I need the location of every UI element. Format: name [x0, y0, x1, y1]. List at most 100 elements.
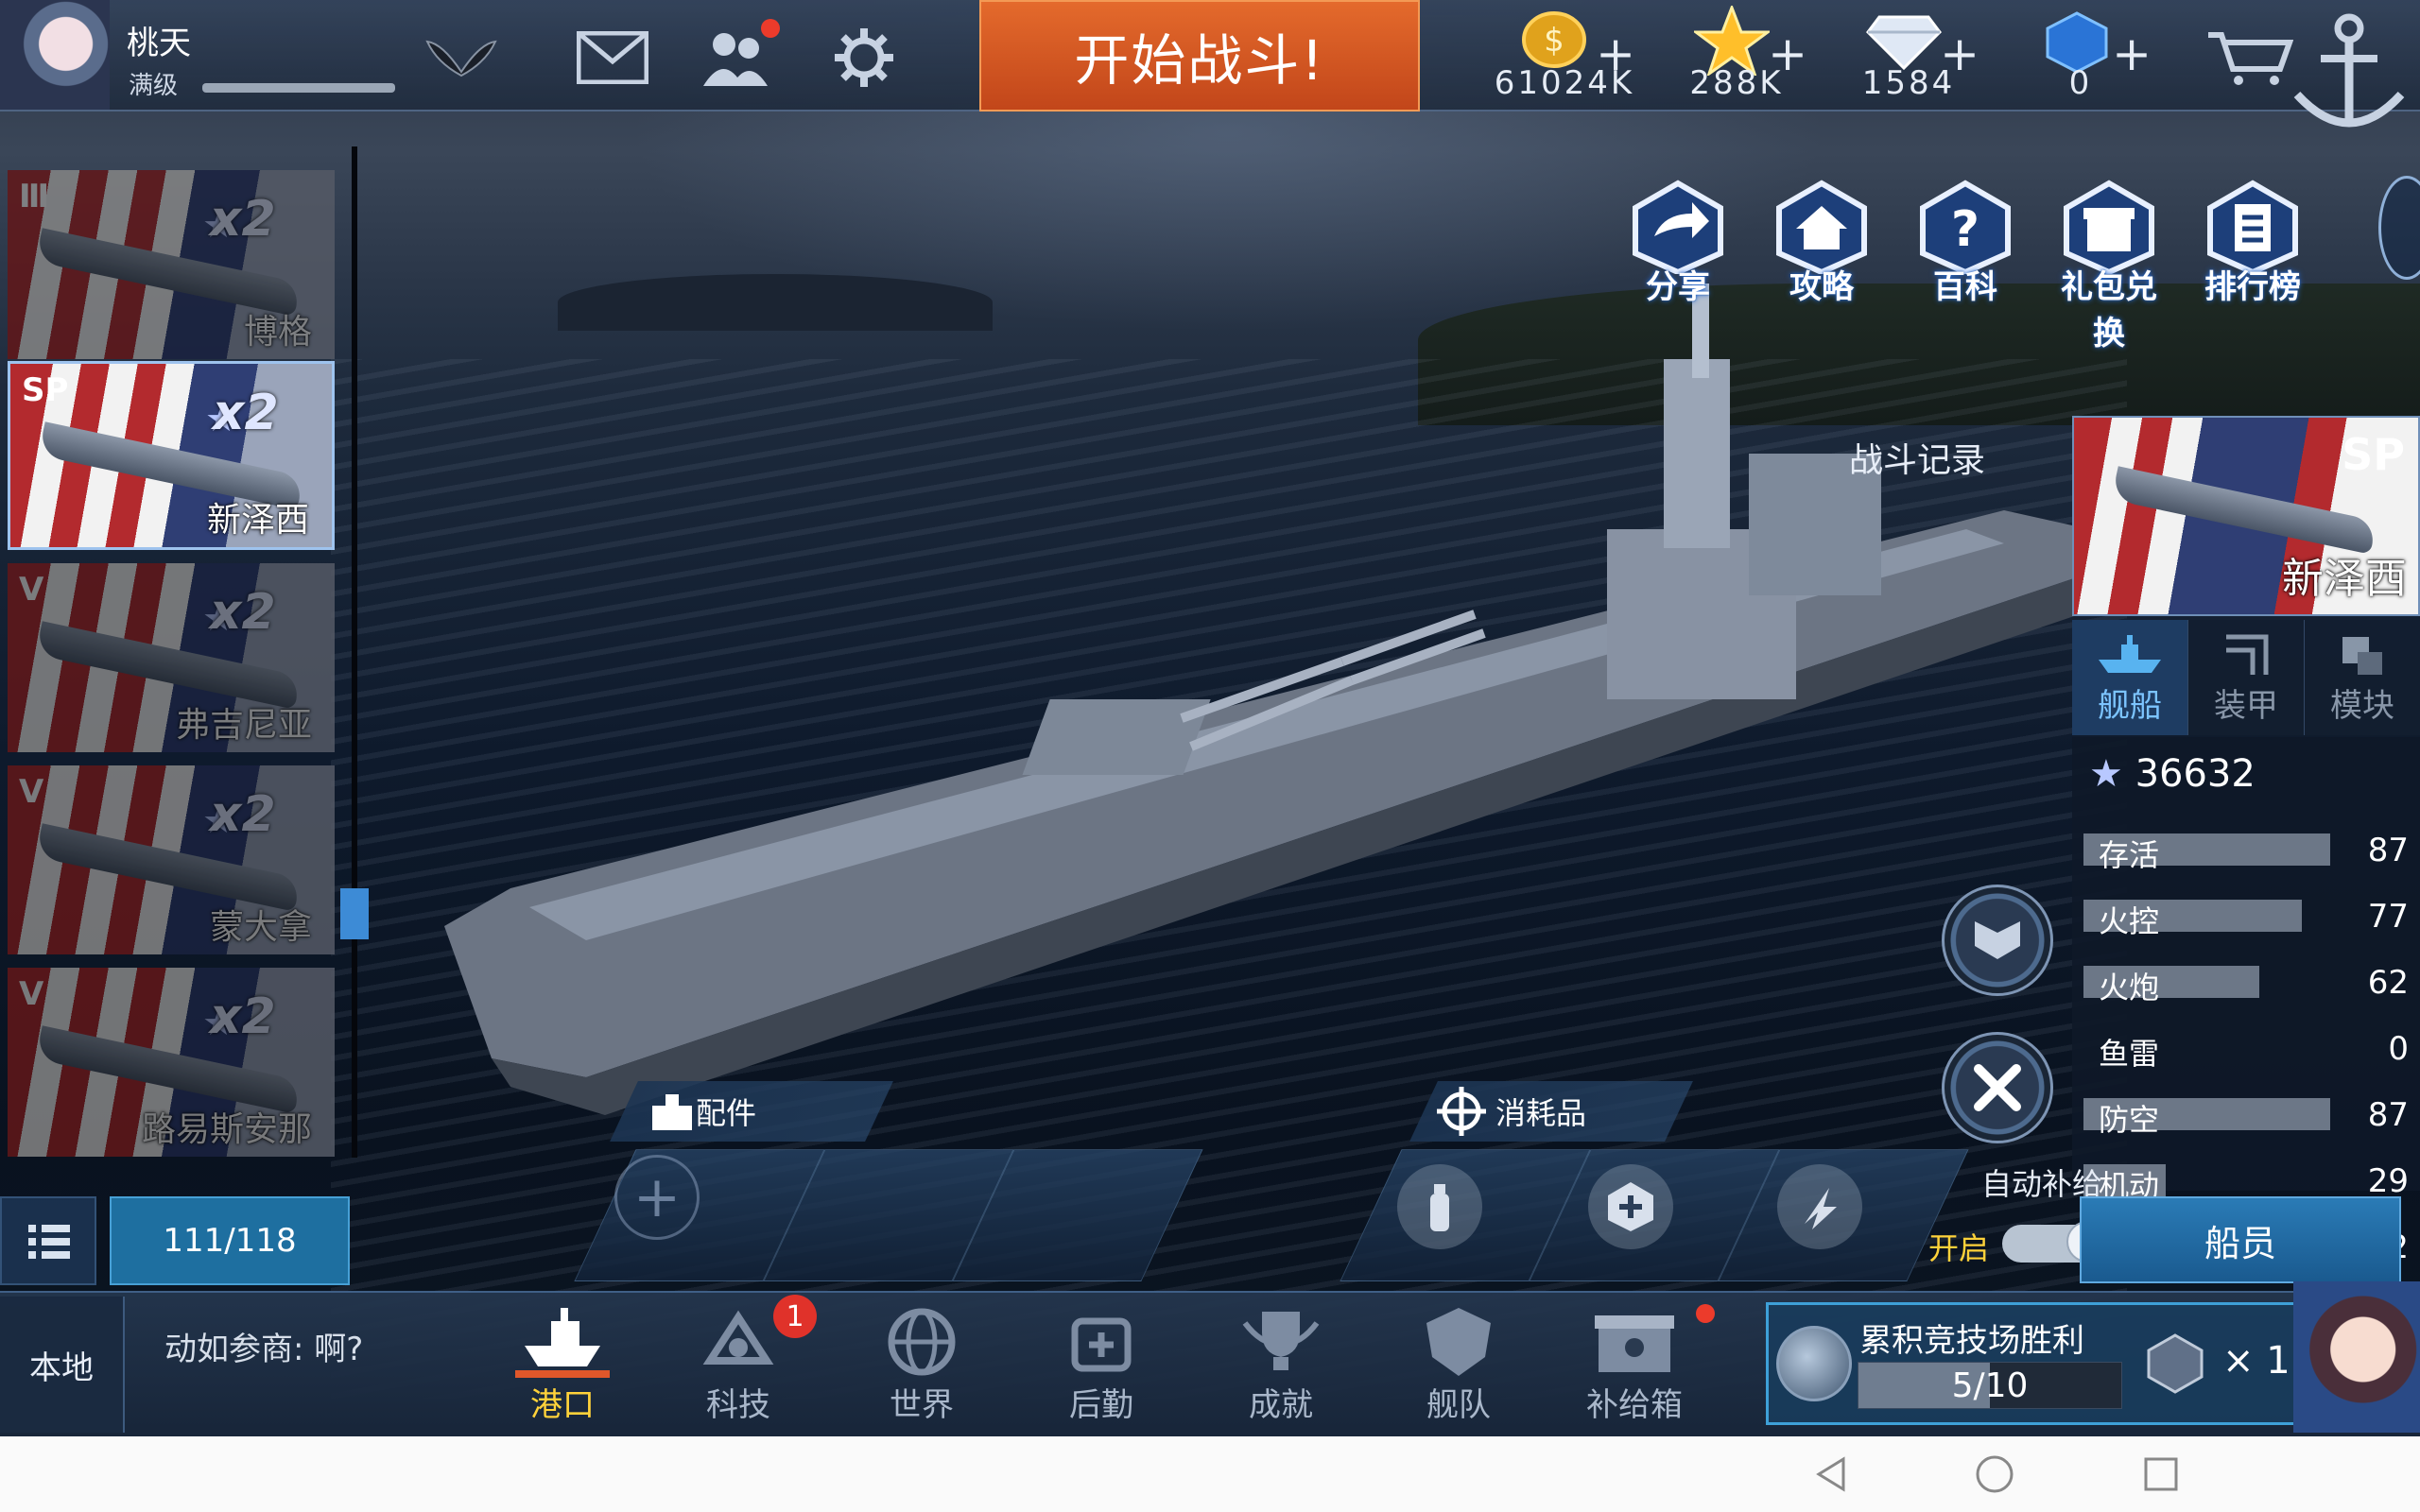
stat-value: 62 — [2367, 964, 2409, 1002]
tab-label: 舰船 — [2098, 687, 2162, 725]
ship-card[interactable]: Ⅴ ★ x2 路易斯安那 — [8, 968, 335, 1157]
ship-card[interactable]: Ⅲ ★ x2 博格 — [8, 170, 335, 359]
arena-progress-text: 5/10 — [1951, 1366, 2029, 1405]
share-button[interactable]: 分享 — [1616, 180, 1739, 321]
auto-supply-toggle-label: 开启 — [1928, 1230, 1990, 1266]
recents-icon[interactable] — [2142, 1455, 2180, 1493]
home-icon[interactable] — [1974, 1453, 2015, 1495]
mail-icon[interactable] — [575, 25, 650, 91]
nav-label: 后勤 — [1069, 1386, 1133, 1424]
ship-list-scrollbar[interactable] — [352, 146, 357, 1158]
currency-blue-gem[interactable]: + 0 — [2000, 6, 2161, 110]
power-value: 36632 — [2135, 752, 2256, 796]
chat-message[interactable]: 动如参商: 啊? — [164, 1323, 363, 1369]
module-icon — [2342, 637, 2382, 675]
stat-value: 29 — [2367, 1162, 2409, 1200]
gift-exchange-button[interactable]: 礼包兑换 — [2048, 180, 2170, 352]
nav-label: 港口 — [530, 1386, 595, 1424]
wrench-tools-icon — [1974, 1064, 2021, 1111]
anchor-icon[interactable] — [2278, 0, 2420, 142]
ship-card-selected[interactable]: SP ★ x2 新泽西 — [8, 361, 335, 550]
currency-gold[interactable]: $ + 61024K — [1484, 6, 1645, 110]
armor-icon — [2226, 634, 2269, 675]
achievement-icon — [1242, 1312, 1320, 1370]
tech-notification-badge: 1 — [773, 1295, 817, 1338]
share-icon — [1633, 180, 1723, 276]
diamond-icon — [1866, 15, 1942, 70]
ship-thumbnail — [2111, 466, 2377, 555]
chat-channel-tab[interactable]: 本地 — [0, 1297, 125, 1433]
list-view-button[interactable] — [0, 1196, 96, 1285]
arena-reward-panel[interactable]: 累积竞技场胜利 5/10 × 1 — [1766, 1302, 2305, 1425]
nav-fleet[interactable]: 舰队 — [1397, 1304, 1520, 1427]
guide-button[interactable]: 攻略 — [1760, 180, 1883, 321]
feature-label: 攻略 — [1789, 268, 1854, 306]
nav-label: 世界 — [890, 1386, 954, 1424]
svg-text:$: $ — [1544, 22, 1564, 60]
feature-label: 排行榜 — [2204, 268, 2301, 306]
tab-module[interactable]: 模块 — [2305, 620, 2420, 735]
tab-label: 装甲 — [2214, 687, 2278, 725]
friends-icon[interactable] — [698, 25, 773, 91]
globe-icon — [1776, 1326, 1852, 1401]
stat-row: 防空 87 — [2083, 1096, 2409, 1138]
ship-detail-tabs: 舰船 装甲 模块 — [2072, 620, 2420, 735]
ship-multiplier: x2 — [210, 584, 276, 641]
crew-button[interactable]: 船员 — [2080, 1196, 2401, 1283]
wings-icon[interactable] — [424, 25, 499, 91]
accessories-label: 配件 — [696, 1095, 757, 1131]
ship-icon — [2099, 635, 2161, 673]
ship-tier: Ⅴ — [19, 773, 44, 811]
nav-harbor[interactable]: 港口 — [501, 1304, 624, 1427]
gold-amount: 61024K — [1494, 64, 1635, 102]
ship-card[interactable]: Ⅴ ★ x2 蒙大拿 — [8, 765, 335, 954]
selected-ship-tier: SP — [2342, 429, 2405, 480]
currency-star[interactable]: + 288K — [1656, 6, 1817, 110]
settings-icon[interactable] — [826, 25, 902, 91]
start-battle-button[interactable]: 开始战斗! — [979, 0, 1420, 112]
nav-label: 成就 — [1249, 1386, 1313, 1424]
battle-record-button[interactable]: 战斗记录 — [1849, 433, 1985, 482]
feature-label: 礼包兑换 — [2061, 268, 2157, 352]
currency-diamond[interactable]: + 1584 — [1828, 6, 1989, 110]
add-accessory-icon[interactable]: + — [614, 1155, 700, 1240]
svg-text:?: ? — [1951, 201, 1979, 258]
ship-card[interactable]: Ⅴ ★ x2 弗吉尼亚 — [8, 563, 335, 752]
tab-armor[interactable]: 装甲 — [2188, 620, 2305, 735]
ship-tier: Ⅴ — [19, 975, 44, 1013]
arena-reward-count: × 1 — [2222, 1339, 2290, 1383]
ship-name: 弗吉尼亚 — [175, 706, 312, 745]
stat-name: 鱼雷 — [2099, 1036, 2160, 1072]
stat-row: 机动 29 — [2083, 1162, 2409, 1204]
nav-achievement[interactable]: 成就 — [1219, 1304, 1342, 1427]
repair-button[interactable] — [1942, 1032, 2053, 1143]
ship-list-scroll-thumb[interactable] — [340, 888, 369, 939]
ship-name: 蒙大拿 — [209, 908, 312, 947]
leaderboard-button[interactable]: 排行榜 — [2191, 180, 2314, 321]
repair-kit-icon — [1588, 1164, 1673, 1249]
nav-logistics[interactable]: 后勤 — [1040, 1304, 1163, 1427]
commander-button[interactable] — [1942, 885, 2053, 996]
nav-label: 科技 — [706, 1386, 770, 1424]
ship-multiplier: x2 — [213, 385, 279, 441]
player-name: 桃天 — [127, 25, 191, 62]
stat-value: 87 — [2367, 832, 2409, 869]
ship-multiplier: x2 — [210, 786, 276, 843]
ship-name: 路易斯安那 — [141, 1110, 312, 1149]
mascot-avatar[interactable] — [2293, 1281, 2420, 1433]
tab-ship[interactable]: 舰船 — [2072, 620, 2188, 735]
encyclopedia-button[interactable]: ? 百科 — [1904, 180, 2027, 321]
supply-box-icon — [1595, 1315, 1674, 1372]
ship-list: Ⅲ ★ x2 博格 SP ★ x2 新泽西 Ⅴ ★ x2 弗吉尼亚 Ⅴ ★ x2… — [0, 151, 350, 1157]
nav-world[interactable]: 世界 — [860, 1304, 983, 1427]
logistics-icon — [1071, 1317, 1132, 1372]
supply-box-notification-dot — [1696, 1304, 1715, 1323]
ship-power: ★ 36632 — [2089, 752, 2256, 796]
friends-notification-dot — [761, 19, 780, 38]
back-icon[interactable] — [1813, 1455, 1851, 1493]
distant-island — [558, 274, 993, 331]
player-avatar[interactable] — [0, 0, 110, 110]
speed-boost-icon — [1777, 1164, 1862, 1249]
stat-row: 火炮 62 — [2083, 964, 2409, 1005]
nav-supply-box[interactable]: 补给箱 — [1573, 1304, 1696, 1427]
